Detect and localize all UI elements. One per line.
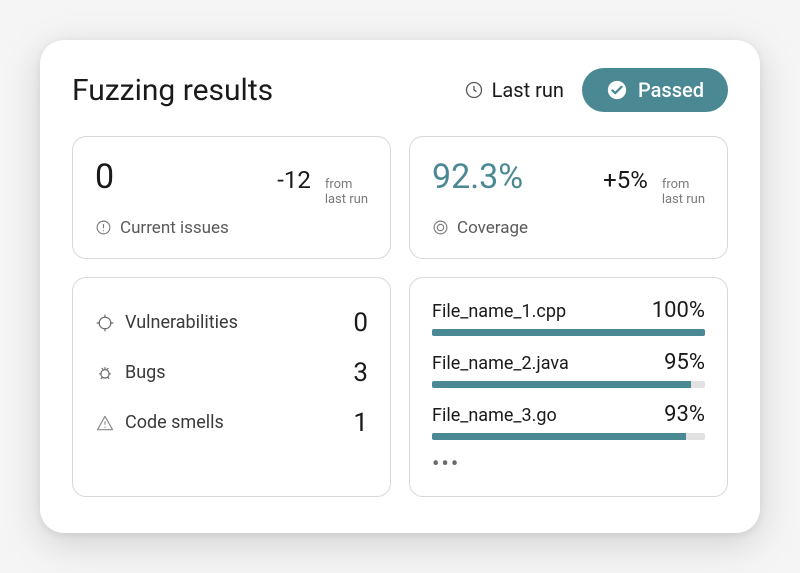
progress-bar-fill <box>432 329 705 336</box>
page-title: Fuzzing results <box>72 73 464 108</box>
bugs-label: Bugs <box>125 362 166 383</box>
clock-icon <box>464 80 484 100</box>
issues-delta: -12 <box>277 166 311 194</box>
file-coverage-pct: 95% <box>664 350 705 375</box>
progress-bar <box>432 381 705 388</box>
coverage-value: 92.3% <box>432 157 523 197</box>
file-name: File_name_2.java <box>432 353 569 374</box>
file-name: File_name_1.cpp <box>432 301 566 322</box>
status-badge[interactable]: Passed <box>582 68 728 112</box>
warning-triangle-icon <box>95 413 115 433</box>
progress-bar-fill <box>432 381 691 388</box>
more-files-button[interactable]: ••• <box>432 454 705 476</box>
row-bugs: Bugs 3 <box>95 348 368 398</box>
panel-breakdown[interactable]: Vulnerabilities 0 Bugs 3 Code smel <box>72 277 391 497</box>
progress-bar <box>432 433 705 440</box>
issues-label: Current issues <box>120 218 229 238</box>
fuzzing-results-card: Fuzzing results Last run Passed 0 <box>40 40 760 533</box>
file-row[interactable]: File_name_3.go 93% <box>432 402 705 440</box>
progress-bar <box>432 329 705 336</box>
vulnerabilities-count: 0 <box>353 308 368 338</box>
bug-icon <box>95 363 115 383</box>
coverage-label: Coverage <box>457 218 528 238</box>
alert-circle-icon <box>95 219 112 236</box>
target-icon <box>432 219 449 236</box>
coverage-delta-note: fromlast run <box>662 178 705 208</box>
bugs-count: 3 <box>353 358 368 388</box>
last-run-label: Last run <box>492 78 564 102</box>
panel-current-issues[interactable]: 0 -12 fromlast run Current issues <box>72 136 391 259</box>
file-row[interactable]: File_name_2.java 95% <box>432 350 705 388</box>
panels-grid: 0 -12 fromlast run Current issues 92.3% <box>72 136 728 497</box>
file-coverage-pct: 100% <box>652 298 705 323</box>
row-code-smells: Code smells 1 <box>95 398 368 448</box>
file-row[interactable]: File_name_1.cpp 100% <box>432 298 705 336</box>
status-label: Passed <box>638 78 704 102</box>
issues-delta-note: fromlast run <box>325 178 368 208</box>
vulnerabilities-label: Vulnerabilities <box>125 312 238 333</box>
crosshair-icon <box>95 313 115 333</box>
last-run-indicator[interactable]: Last run <box>464 78 564 102</box>
file-name: File_name_3.go <box>432 405 557 426</box>
code-smells-count: 1 <box>353 408 368 438</box>
coverage-delta: +5% <box>603 166 648 194</box>
code-smells-label: Code smells <box>125 412 224 433</box>
row-vulnerabilities: Vulnerabilities 0 <box>95 298 368 348</box>
file-coverage-pct: 93% <box>664 402 705 427</box>
panel-coverage[interactable]: 92.3% +5% fromlast run Coverage <box>409 136 728 259</box>
panel-files[interactable]: File_name_1.cpp100%File_name_2.java95%Fi… <box>409 277 728 497</box>
header: Fuzzing results Last run Passed <box>72 68 728 112</box>
check-circle-icon <box>606 79 628 101</box>
issues-value: 0 <box>95 157 114 197</box>
progress-bar-fill <box>432 433 686 440</box>
